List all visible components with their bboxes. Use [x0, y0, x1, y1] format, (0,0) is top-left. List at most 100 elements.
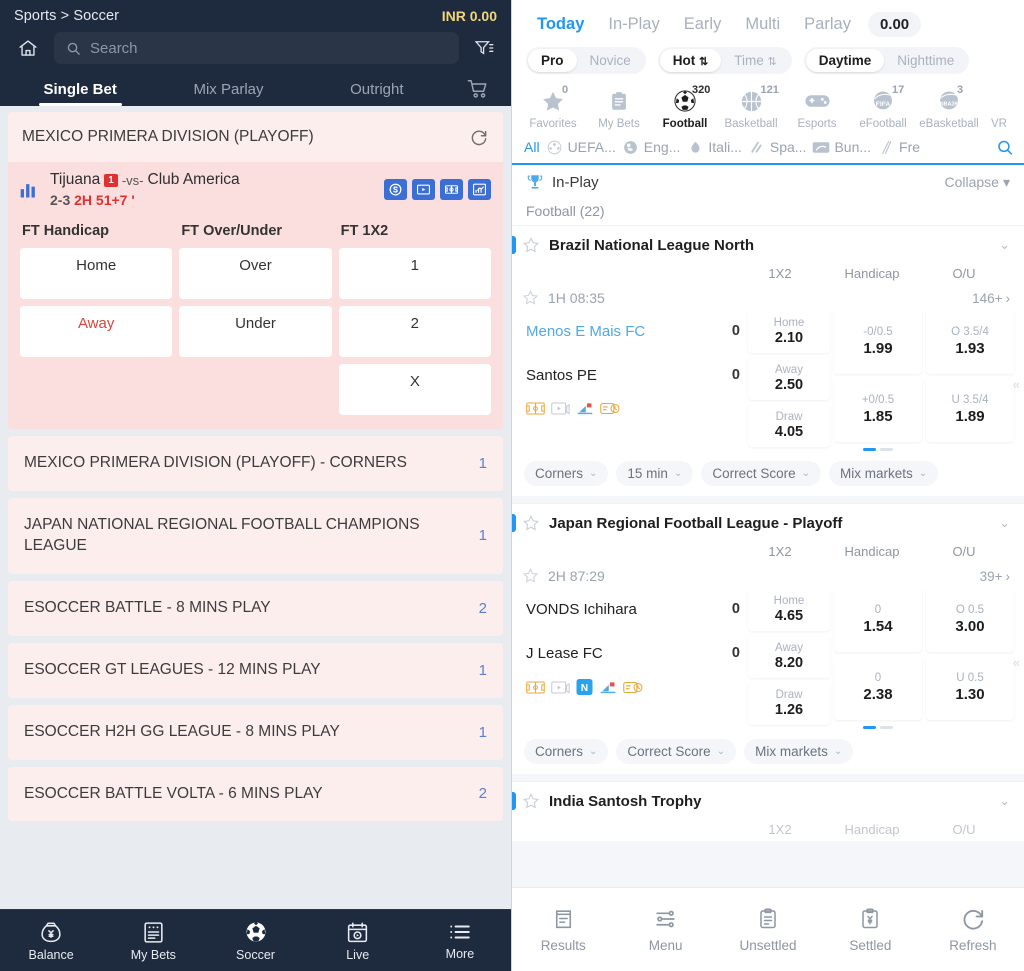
league-filter-spain[interactable]: Spa... — [748, 138, 807, 156]
odd-home[interactable]: Home 4.65 — [748, 587, 830, 631]
more-markets-link[interactable]: 39+ › — [980, 569, 1010, 584]
odd-over[interactable]: Over — [179, 248, 331, 299]
video-icon[interactable] — [551, 401, 570, 421]
parlay-amount[interactable]: 0.00 — [868, 12, 921, 37]
odds-pager[interactable] — [834, 723, 922, 729]
odd-1[interactable]: 1 — [339, 248, 491, 299]
field-view-icon[interactable] — [440, 179, 463, 200]
chevron-down-icon[interactable]: ⌄ — [999, 793, 1010, 809]
refresh-icon[interactable] — [469, 127, 489, 147]
video-icon[interactable] — [551, 680, 570, 700]
league-filter-france[interactable]: Fre — [877, 138, 920, 156]
toolbar-refresh[interactable]: Refresh — [922, 906, 1024, 953]
match-stats-bar-icon[interactable] — [18, 180, 40, 200]
toolbar-unsettled[interactable]: Unsettled — [717, 906, 819, 953]
collapse-arrow-icon[interactable]: « — [1013, 655, 1020, 670]
league-list-item[interactable]: MEXICO PRIMERA DIVISION (PLAYOFF) - CORN… — [8, 436, 503, 491]
odd-under[interactable]: U 0.5 1.30 — [926, 655, 1014, 720]
chip-mix-markets[interactable]: Mix markets⌄ — [744, 739, 853, 764]
collapse-button[interactable]: Collapse ▾ — [944, 174, 1010, 191]
nav-my-bets[interactable]: My Bets — [102, 920, 204, 962]
neo-icon[interactable]: N — [576, 679, 593, 700]
nav-balance[interactable]: Balance — [0, 920, 102, 962]
toolbar-results[interactable]: Results — [512, 906, 614, 953]
more-markets-link[interactable]: 146+ › — [972, 291, 1010, 306]
odd-handicap-away[interactable]: Away — [20, 306, 172, 357]
segment-option-nighttime[interactable]: Nighttime — [884, 49, 967, 72]
odd-2[interactable]: 2 — [339, 306, 491, 357]
league-filter-italy[interactable]: Itali... — [686, 138, 741, 156]
odd-handicap-home[interactable]: Home — [20, 248, 172, 299]
odd-away[interactable]: Away 8.20 — [748, 634, 830, 678]
tab-single-bet[interactable]: Single Bet — [6, 72, 154, 106]
home-icon[interactable] — [14, 35, 42, 61]
sport-ebasketball[interactable]: NBA2K 3 eBasketball — [916, 86, 982, 130]
odd-handicap-away[interactable]: 0 2.38 — [834, 655, 922, 720]
odd-draw[interactable]: Draw 4.05 — [748, 403, 830, 447]
sport-basketball[interactable]: 121 Basketball — [718, 86, 784, 130]
segment-option-hot[interactable]: Hot ⇅ — [660, 49, 721, 72]
segment-option-pro[interactable]: Pro — [528, 49, 577, 72]
featured-match-row[interactable]: Tijuana 1 -vs- Club America 2-3 2H 51+7 … — [8, 162, 503, 217]
favorite-star-icon[interactable] — [522, 514, 540, 532]
search-input[interactable]: Search — [54, 32, 459, 64]
chip-correct-score[interactable]: Correct Score⌄ — [616, 739, 736, 764]
tab-parlay[interactable]: Parlay — [795, 13, 860, 36]
sport-football[interactable]: 320 Football — [652, 86, 718, 130]
league-filter-germany[interactable]: Bun... — [812, 138, 871, 156]
league-list-item[interactable]: ESOCCER BATTLE - 8 MINS PLAY 2 — [8, 581, 503, 636]
tab-mix-parlay[interactable]: Mix Parlay — [154, 72, 302, 106]
toolbar-settled[interactable]: Settled — [819, 906, 921, 953]
nav-live[interactable]: Live — [307, 920, 409, 962]
stats-icon[interactable] — [576, 401, 594, 421]
favorite-star-icon[interactable] — [522, 289, 540, 307]
breadcrumb[interactable]: Sports > Soccer — [14, 8, 119, 24]
chevron-down-icon[interactable]: ⌄ — [999, 515, 1010, 531]
filter-icon[interactable] — [471, 36, 497, 60]
timeline-icon[interactable] — [600, 401, 620, 421]
sport-esports[interactable]: Esports — [784, 86, 850, 130]
tab-early[interactable]: Early — [675, 13, 731, 36]
league-list-item[interactable]: ESOCCER H2H GG LEAGUE - 8 MINS PLAY 1 — [8, 705, 503, 760]
collapse-arrow-icon[interactable]: « — [1013, 377, 1020, 392]
sport-my-bets[interactable]: My Bets — [586, 86, 652, 130]
tab-outright[interactable]: Outright — [303, 72, 451, 106]
chevron-down-icon[interactable]: ⌄ — [999, 237, 1010, 253]
league-header[interactable]: Japan Regional Football League - Playoff… — [512, 503, 1024, 542]
odd-draw[interactable]: Draw 1.26 — [748, 681, 830, 725]
field-view-icon[interactable] — [526, 680, 545, 700]
odd-home[interactable]: Home 2.10 — [748, 309, 830, 353]
bet-cart-icon[interactable] — [451, 72, 505, 106]
odd-over[interactable]: O 0.5 3.00 — [926, 587, 1014, 652]
tab-in-play[interactable]: In-Play — [599, 13, 668, 36]
odd-handicap-home[interactable]: -0/0.5 1.99 — [834, 309, 922, 374]
league-search-icon[interactable] — [996, 138, 1014, 156]
live-video-icon[interactable] — [412, 179, 435, 200]
sport-efootball[interactable]: FIFA 17 eFootball — [850, 86, 916, 130]
cashout-icon[interactable] — [384, 179, 407, 200]
featured-league-header[interactable]: MEXICO PRIMERA DIVISION (PLAYOFF) — [8, 112, 503, 162]
league-header[interactable]: Brazil National League North ⌄ — [512, 225, 1024, 264]
odds-pager[interactable] — [834, 445, 922, 451]
odd-handicap-home[interactable]: 0 1.54 — [834, 587, 922, 652]
segment-option-novice[interactable]: Novice — [577, 49, 644, 72]
segment-option-daytime[interactable]: Daytime — [806, 49, 885, 72]
league-filter-all[interactable]: All — [524, 139, 540, 155]
toolbar-menu[interactable]: Menu — [614, 906, 716, 953]
league-header[interactable]: India Santosh Trophy ⌄ — [512, 781, 1024, 820]
tab-today[interactable]: Today — [528, 13, 593, 36]
chip-corners[interactable]: Corners⌄ — [524, 461, 608, 486]
odd-x[interactable]: X — [339, 364, 491, 415]
league-filter-england[interactable]: Eng... — [622, 138, 681, 156]
nav-soccer[interactable]: Soccer — [204, 919, 306, 962]
sport-favorites[interactable]: 0 Favorites — [520, 86, 586, 130]
chip-correct-score[interactable]: Correct Score⌄ — [701, 461, 821, 486]
stats-icon[interactable] — [599, 680, 617, 700]
favorite-star-icon[interactable] — [522, 792, 540, 810]
league-list-item[interactable]: ESOCCER GT LEAGUES - 12 MINS PLAY 1 — [8, 643, 503, 698]
favorite-star-icon[interactable] — [522, 567, 540, 585]
chip-corners[interactable]: Corners⌄ — [524, 739, 608, 764]
chip-15-min[interactable]: 15 min⌄ — [616, 461, 693, 486]
favorite-star-icon[interactable] — [522, 236, 540, 254]
league-list-item[interactable]: JAPAN NATIONAL REGIONAL FOOTBALL CHAMPIO… — [8, 498, 503, 574]
